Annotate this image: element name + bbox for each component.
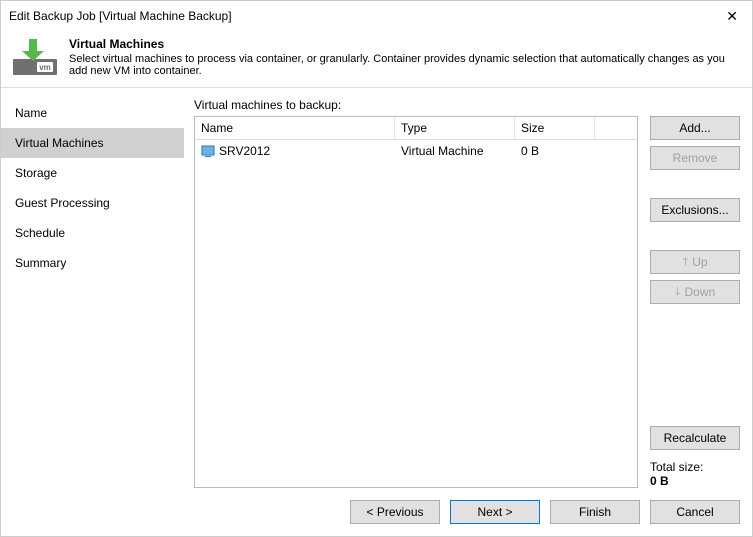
table-row[interactable]: SRV2012 Virtual Machine 0 B [195, 140, 637, 162]
side-button-panel: Add... Remove Exclusions... 🡑Up 🡓Down Re… [650, 116, 740, 488]
wizard-header: vm Virtual Machines Select virtual machi… [1, 31, 752, 88]
sidebar-item-schedule[interactable]: Schedule [1, 218, 184, 248]
arrow-up-icon: 🡑 [682, 253, 688, 272]
vm-icon [201, 144, 215, 158]
arrow-down-icon: 🡓 [675, 283, 681, 302]
sidebar-item-name[interactable]: Name [1, 98, 184, 128]
grid-header: Name Type Size [195, 117, 637, 140]
add-button[interactable]: Add... [650, 116, 740, 140]
finish-button[interactable]: Finish [550, 500, 640, 524]
svg-text:vm: vm [39, 63, 51, 72]
grid-body: SRV2012 Virtual Machine 0 B [195, 140, 637, 487]
row-name: SRV2012 [219, 144, 270, 158]
column-size[interactable]: Size [515, 117, 595, 139]
title-bar: Edit Backup Job [Virtual Machine Backup]… [1, 1, 752, 31]
next-button[interactable]: Next > [450, 500, 540, 524]
vm-wizard-icon: vm [11, 37, 59, 77]
page-description: Select virtual machines to process via c… [69, 53, 742, 77]
page-heading: Virtual Machines [69, 37, 742, 51]
list-label: Virtual machines to backup: [194, 98, 740, 112]
row-type: Virtual Machine [395, 142, 515, 160]
sidebar-item-summary[interactable]: Summary [1, 248, 184, 278]
column-name[interactable]: Name [195, 117, 395, 139]
close-icon[interactable]: ✕ [720, 8, 744, 25]
row-size: 0 B [515, 142, 595, 160]
column-type[interactable]: Type [395, 117, 515, 139]
total-label: Total size: [650, 460, 740, 474]
vm-grid[interactable]: Name Type Size SRV2012 Virtual Machine 0 [194, 116, 638, 488]
total-size: Total size: 0 B [650, 460, 740, 488]
up-button[interactable]: 🡑Up [650, 250, 740, 274]
recalculate-button[interactable]: Recalculate [650, 426, 740, 450]
previous-button[interactable]: < Previous [350, 500, 440, 524]
total-value: 0 B [650, 474, 740, 488]
cancel-button[interactable]: Cancel [650, 500, 740, 524]
down-button[interactable]: 🡓Down [650, 280, 740, 304]
sidebar-item-storage[interactable]: Storage [1, 158, 184, 188]
window-title: Edit Backup Job [Virtual Machine Backup] [9, 9, 720, 23]
sidebar-item-virtual-machines[interactable]: Virtual Machines [1, 128, 184, 158]
sidebar-item-guest-processing[interactable]: Guest Processing [1, 188, 184, 218]
main-panel: Virtual machines to backup: Name Type Si… [184, 88, 752, 488]
exclusions-button[interactable]: Exclusions... [650, 198, 740, 222]
wizard-header-text: Virtual Machines Select virtual machines… [69, 37, 742, 77]
step-sidebar: Name Virtual Machines Storage Guest Proc… [1, 88, 184, 488]
remove-button[interactable]: Remove [650, 146, 740, 170]
wizard-footer: < Previous Next > Finish Cancel [1, 488, 752, 536]
